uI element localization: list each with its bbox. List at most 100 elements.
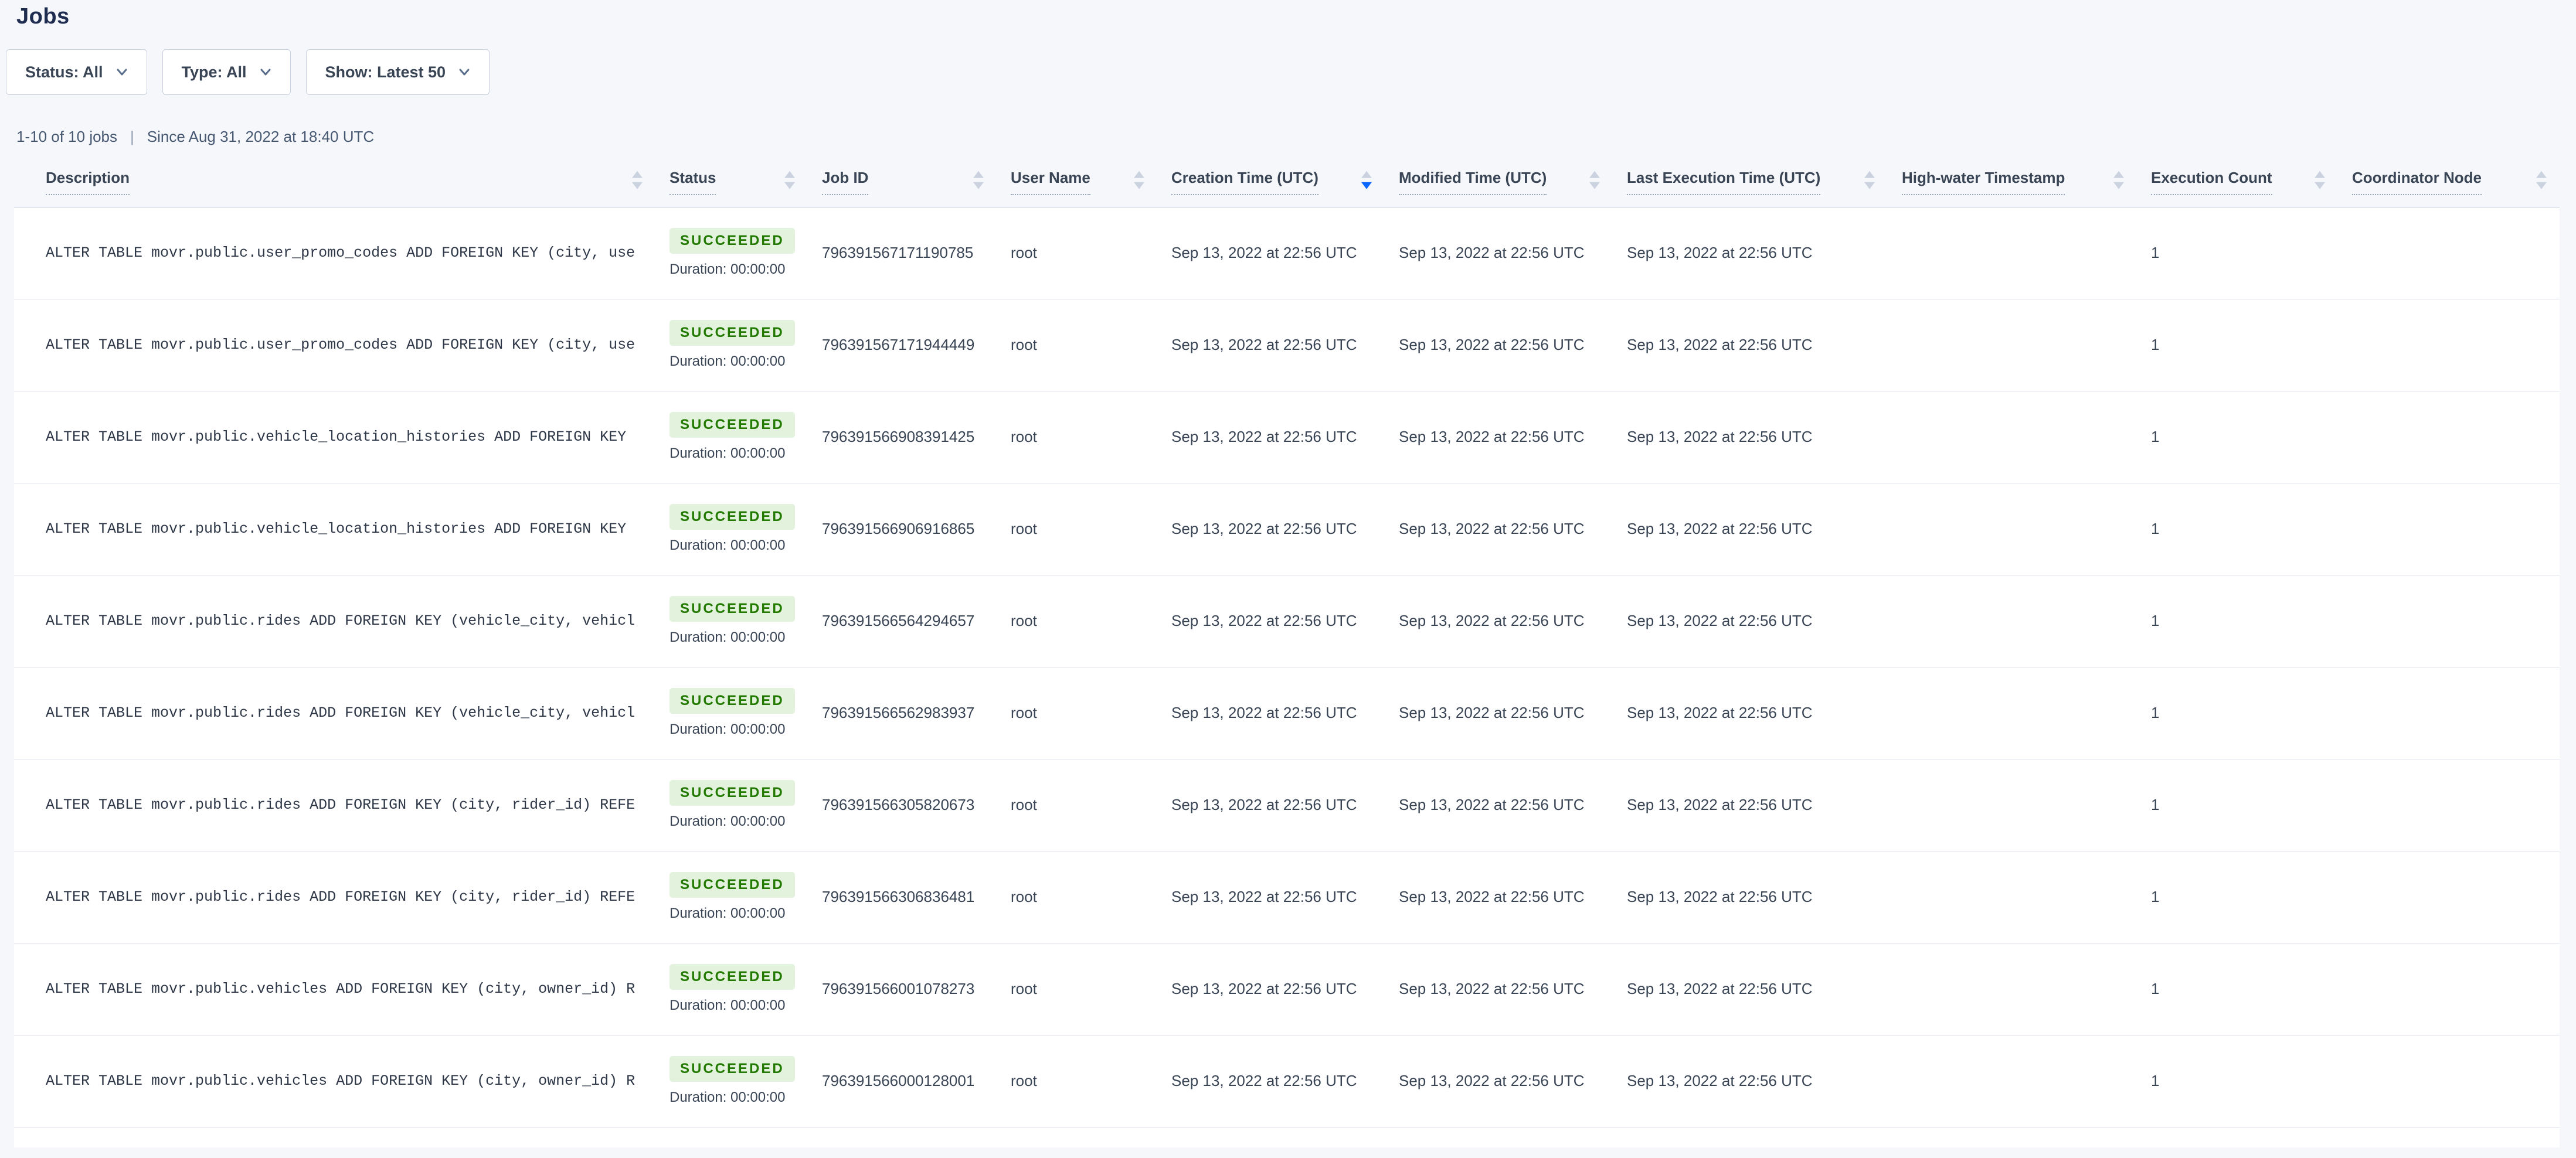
status-badge: SUCCEEDED (670, 1056, 795, 1082)
table-row: ALTER TABLE movr.public.rides ADD FOREIG… (14, 759, 2560, 851)
status-filter-label: Status: All (25, 63, 103, 81)
job-description-link[interactable]: ALTER TABLE movr.public.rides ADD FOREIG… (14, 851, 655, 943)
job-status-cell: SUCCEEDED Duration: 00:00:00 (655, 391, 808, 483)
job-creation-time: Sep 13, 2022 at 22:56 UTC (1157, 299, 1385, 391)
job-description-link[interactable]: ALTER TABLE movr.public.rides ADD FOREIG… (14, 575, 655, 667)
job-duration: Duration: 00:00:00 (670, 1089, 794, 1106)
column-label: High-water Timestamp (1902, 169, 2065, 195)
table-row: ALTER TABLE movr.public.rides ADD FOREIG… (14, 575, 2560, 667)
job-creation-time: Sep 13, 2022 at 22:56 UTC (1157, 207, 1385, 299)
column-header-job-id[interactable]: Job ID (808, 158, 997, 207)
job-coordinator-node (2338, 943, 2560, 1035)
job-coordinator-node (2338, 483, 2560, 575)
table-row: ALTER TABLE movr.public.vehicle_location… (14, 391, 2560, 483)
job-duration: Duration: 00:00:00 (670, 537, 794, 554)
sort-icon (1589, 171, 1600, 189)
sort-desc-icon-active (1361, 182, 1372, 189)
sort-desc-icon (2315, 182, 2325, 189)
job-high-water (1888, 851, 2137, 943)
page-title: Jobs (16, 4, 2576, 29)
job-coordinator-node (2338, 851, 2560, 943)
job-last-execution-time: Sep 13, 2022 at 22:56 UTC (1613, 575, 1888, 667)
job-user-name: root (997, 667, 1157, 759)
sort-asc-icon (1589, 171, 1600, 178)
job-status-cell: SUCCEEDED Duration: 00:00:00 (655, 483, 808, 575)
job-execution-count: 1 (2137, 575, 2338, 667)
job-creation-time: Sep 13, 2022 at 22:56 UTC (1157, 483, 1385, 575)
job-user-name: root (997, 299, 1157, 391)
status-badge: SUCCEEDED (670, 320, 795, 346)
job-coordinator-node (2338, 299, 2560, 391)
sort-asc-icon (2536, 171, 2547, 178)
job-coordinator-node (2338, 207, 2560, 299)
job-execution-count: 1 (2137, 483, 2338, 575)
job-id: 796391566305820673 (808, 759, 997, 851)
sort-asc-icon (2315, 171, 2325, 178)
column-header-status[interactable]: Status (655, 158, 808, 207)
sort-icon (632, 171, 643, 189)
job-description-link[interactable]: ALTER TABLE movr.public.vehicles ADD FOR… (14, 1035, 655, 1127)
job-description-link[interactable]: ALTER TABLE movr.public.user_promo_codes… (14, 207, 655, 299)
sort-desc-icon (973, 182, 984, 189)
sort-icon (784, 171, 795, 189)
summary-divider: | (130, 128, 134, 146)
status-badge: SUCCEEDED (670, 596, 795, 622)
job-execution-count: 1 (2137, 391, 2338, 483)
job-description-link[interactable]: ALTER TABLE movr.public.user_promo_codes… (14, 299, 655, 391)
job-creation-time: Sep 13, 2022 at 22:56 UTC (1157, 851, 1385, 943)
column-header-last-execution-time[interactable]: Last Execution Time (UTC) (1613, 158, 1888, 207)
jobs-table: Description Status Job ID User Name Crea… (14, 158, 2560, 1128)
chevron-down-icon (458, 66, 470, 78)
column-label: Execution Count (2151, 169, 2272, 195)
job-last-execution-time: Sep 13, 2022 at 22:56 UTC (1613, 299, 1888, 391)
job-duration: Duration: 00:00:00 (670, 813, 794, 830)
job-status-cell: SUCCEEDED Duration: 00:00:00 (655, 667, 808, 759)
job-creation-time: Sep 13, 2022 at 22:56 UTC (1157, 943, 1385, 1035)
job-status-cell: SUCCEEDED Duration: 00:00:00 (655, 299, 808, 391)
sort-icon (2113, 171, 2124, 189)
since-timestamp: Since Aug 31, 2022 at 18:40 UTC (147, 128, 374, 146)
job-description-link[interactable]: ALTER TABLE movr.public.rides ADD FOREIG… (14, 667, 655, 759)
column-header-execution-count[interactable]: Execution Count (2137, 158, 2338, 207)
job-modified-time: Sep 13, 2022 at 22:56 UTC (1385, 759, 1613, 851)
column-header-user-name[interactable]: User Name (997, 158, 1157, 207)
column-header-high-water-timestamp[interactable]: High-water Timestamp (1888, 158, 2137, 207)
sort-desc-icon (632, 182, 643, 189)
job-high-water (1888, 299, 2137, 391)
sort-icon (1134, 171, 1144, 189)
show-filter-dropdown[interactable]: Show: Latest 50 (306, 49, 490, 95)
column-header-coordinator-node[interactable]: Coordinator Node (2338, 158, 2560, 207)
job-description-link[interactable]: ALTER TABLE movr.public.vehicles ADD FOR… (14, 943, 655, 1035)
job-id: 796391566906916865 (808, 483, 997, 575)
column-label: Status (670, 169, 716, 195)
job-coordinator-node (2338, 759, 2560, 851)
job-modified-time: Sep 13, 2022 at 22:56 UTC (1385, 299, 1613, 391)
job-id: 796391566908391425 (808, 391, 997, 483)
jobs-table-container: Description Status Job ID User Name Crea… (14, 158, 2562, 1147)
job-id: 796391566562983937 (808, 667, 997, 759)
column-header-modified-time[interactable]: Modified Time (UTC) (1385, 158, 1613, 207)
column-header-creation-time[interactable]: Creation Time (UTC) (1157, 158, 1385, 207)
job-user-name: root (997, 943, 1157, 1035)
results-summary: 1-10 of 10 jobs | Since Aug 31, 2022 at … (16, 128, 2576, 146)
job-description-link[interactable]: ALTER TABLE movr.public.vehicle_location… (14, 483, 655, 575)
sort-icon (2315, 171, 2325, 189)
table-row: ALTER TABLE movr.public.rides ADD FOREIG… (14, 851, 2560, 943)
column-header-description[interactable]: Description (14, 158, 655, 207)
job-last-execution-time: Sep 13, 2022 at 22:56 UTC (1613, 943, 1888, 1035)
job-execution-count: 1 (2137, 667, 2338, 759)
sort-icon-active (1361, 171, 1372, 189)
job-execution-count: 1 (2137, 851, 2338, 943)
job-description-link[interactable]: ALTER TABLE movr.public.rides ADD FOREIG… (14, 759, 655, 851)
job-id: 796391566000128001 (808, 1035, 997, 1127)
status-filter-dropdown[interactable]: Status: All (6, 49, 147, 95)
job-description-link[interactable]: ALTER TABLE movr.public.vehicle_location… (14, 391, 655, 483)
job-user-name: root (997, 575, 1157, 667)
job-last-execution-time: Sep 13, 2022 at 22:56 UTC (1613, 483, 1888, 575)
sort-icon (1864, 171, 1875, 189)
type-filter-dropdown[interactable]: Type: All (162, 49, 291, 95)
sort-desc-icon (1864, 182, 1875, 189)
table-row: ALTER TABLE movr.public.rides ADD FOREIG… (14, 667, 2560, 759)
sort-asc-icon (2113, 171, 2124, 178)
job-creation-time: Sep 13, 2022 at 22:56 UTC (1157, 759, 1385, 851)
